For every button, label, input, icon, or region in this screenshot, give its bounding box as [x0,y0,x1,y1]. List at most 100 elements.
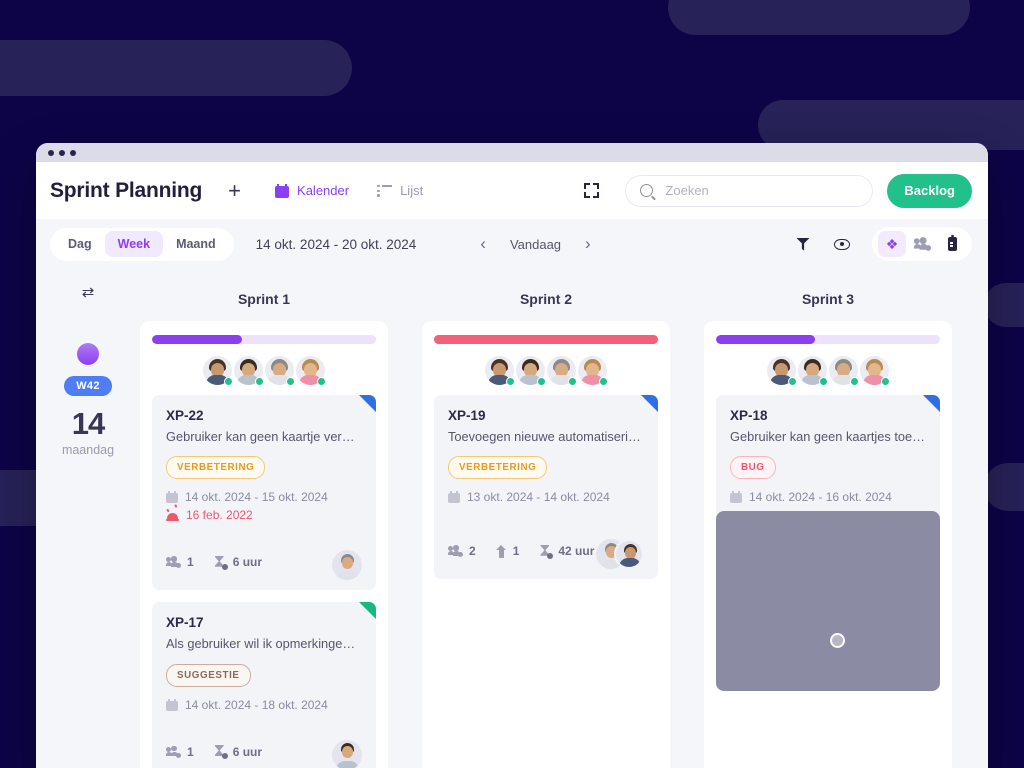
shuffle-icon[interactable]: ⇄ [82,283,95,301]
prev-period-button[interactable]: ‹ [476,234,490,254]
column-title: Sprint 1 [237,291,291,307]
avatar[interactable] [547,356,577,386]
card-key: XP-17 [166,615,204,631]
avatar[interactable] [265,356,295,386]
avatar[interactable] [203,356,233,386]
card-date: 14 okt. 2024 - 15 okt. 2024 [166,490,362,504]
sprint-progress [716,335,940,344]
window-minimize-dot[interactable] [59,149,65,156]
card-dropzone[interactable] [716,511,940,691]
online-dot [537,377,546,386]
avatar[interactable] [485,356,515,386]
card-title: Toevoegen nieuwe automatiseringen [448,429,644,444]
background-shape-5 [984,283,1024,327]
duration-icon [214,556,228,570]
avatar[interactable] [234,356,264,386]
sprint-column: Sprint 1 XP-22 Gebruiker kan geen kaartj… [140,269,388,768]
list-icon [377,184,393,197]
card-date-text: 14 okt. 2024 - 18 okt. 2024 [185,697,328,712]
task-card[interactable]: XP-22 Gebruiker kan geen kaartje verwijd… [152,395,376,591]
online-dot [224,377,233,386]
column-body[interactable]: XP-22 Gebruiker kan geen kaartje verwijd… [140,321,388,768]
card-tag: SUGGESTIE [166,663,251,687]
expand-icon[interactable] [584,183,600,198]
avatar[interactable] [860,356,890,386]
next-period-button[interactable]: › [581,234,595,254]
drag-handle[interactable] [830,633,845,648]
attachments-icon [495,544,507,558]
assignee-avatar[interactable] [332,550,362,581]
calendar-icon [730,491,742,504]
online-dot [506,377,515,386]
battery-icon [947,234,957,251]
screen: Sprint Planning + Kalender Lijst Backlog… [0,0,1024,768]
card-title: Gebruiker kan geen kaartjes toevoegen [730,429,926,444]
alarm-icon [166,508,179,521]
card-corner-flag [641,395,658,412]
visibility-button[interactable] [834,238,850,250]
card-date-text: 14 okt. 2024 - 15 okt. 2024 [185,490,328,505]
card-date-text: 13 okt. 2024 - 14 okt. 2024 [467,490,610,505]
online-dot [599,377,608,386]
calendar-icon [448,491,460,504]
window-maximize-dot[interactable] [70,149,76,156]
online-dot [819,377,828,386]
background-shape-6 [984,463,1024,511]
window-close-dot[interactable] [48,149,54,156]
online-dot [788,377,797,386]
avatar[interactable] [516,356,546,386]
assignee-avatar[interactable] [614,539,644,570]
puzzle-icon: ❖ [885,236,899,252]
tab-kalender-label: Kalender [297,183,350,198]
search-box[interactable] [625,174,874,207]
subtasks-count: 2 [469,544,476,559]
background-shape-1 [0,40,352,96]
sprint-progress [152,335,376,344]
member-avatars [434,356,658,386]
card-corner-flag [359,602,376,620]
card-footer: 1 6 uur [166,546,362,581]
search-icon [640,184,654,197]
card-date: 14 okt. 2024 - 16 okt. 2024 [730,490,926,504]
eye-icon [834,238,850,250]
day-number: 14 [71,406,105,441]
battery-button[interactable] [938,231,966,257]
avatar[interactable] [578,356,608,386]
day-name: maandag [61,443,115,457]
range-dag[interactable]: Dag [55,231,105,257]
page-title: Sprint Planning [50,178,203,202]
calendar-icon [166,491,178,504]
column-body[interactable]: XP-18 Gebruiker kan geen kaartjes toevoe… [704,321,952,768]
week-badge: W42 [64,376,112,396]
range-segmented-control: Dag Week Maand [50,227,234,261]
avatar[interactable] [296,356,326,386]
column-body[interactable]: XP-19 Toevoegen nieuwe automatiseringen … [422,321,670,768]
task-card[interactable]: XP-17 Als gebruiker wil ik opmerkingen k… [152,602,376,768]
duration-icon [539,545,554,559]
card-footer: 1 6 uur [166,736,362,768]
filter-icon [796,237,810,251]
window-titlebar [36,143,988,162]
sprint-column: Sprint 2 XP-19 Toevoegen nieuwe automati… [422,269,670,768]
task-card[interactable]: XP-19 Toevoegen nieuwe automatiseringen … [434,395,658,580]
range-maand[interactable]: Maand [163,231,229,257]
range-week[interactable]: Week [104,231,164,257]
background-shape-2 [668,0,970,35]
online-dot [255,377,264,386]
board-toolbar: Dag Week Maand 14 okt. 2024 - 20 okt. 20… [36,219,988,269]
tab-lijst[interactable]: Lijst [377,183,423,198]
assignee-avatar[interactable] [332,739,362,768]
tab-kalender[interactable]: Kalender [275,183,349,198]
today-button[interactable]: Vandaag [510,237,561,252]
avatar[interactable] [829,356,859,386]
backlog-button[interactable]: Backlog [887,173,972,208]
team-button[interactable] [908,231,936,257]
filter-button[interactable] [796,237,810,251]
avatar[interactable] [767,356,797,386]
puzzle-button[interactable]: ❖ [878,231,906,257]
search-input[interactable] [665,183,856,198]
attachments-count: 1 [512,544,520,559]
avatar[interactable] [798,356,828,386]
card-tag: BUG [730,456,776,480]
add-button[interactable]: + [228,179,241,202]
